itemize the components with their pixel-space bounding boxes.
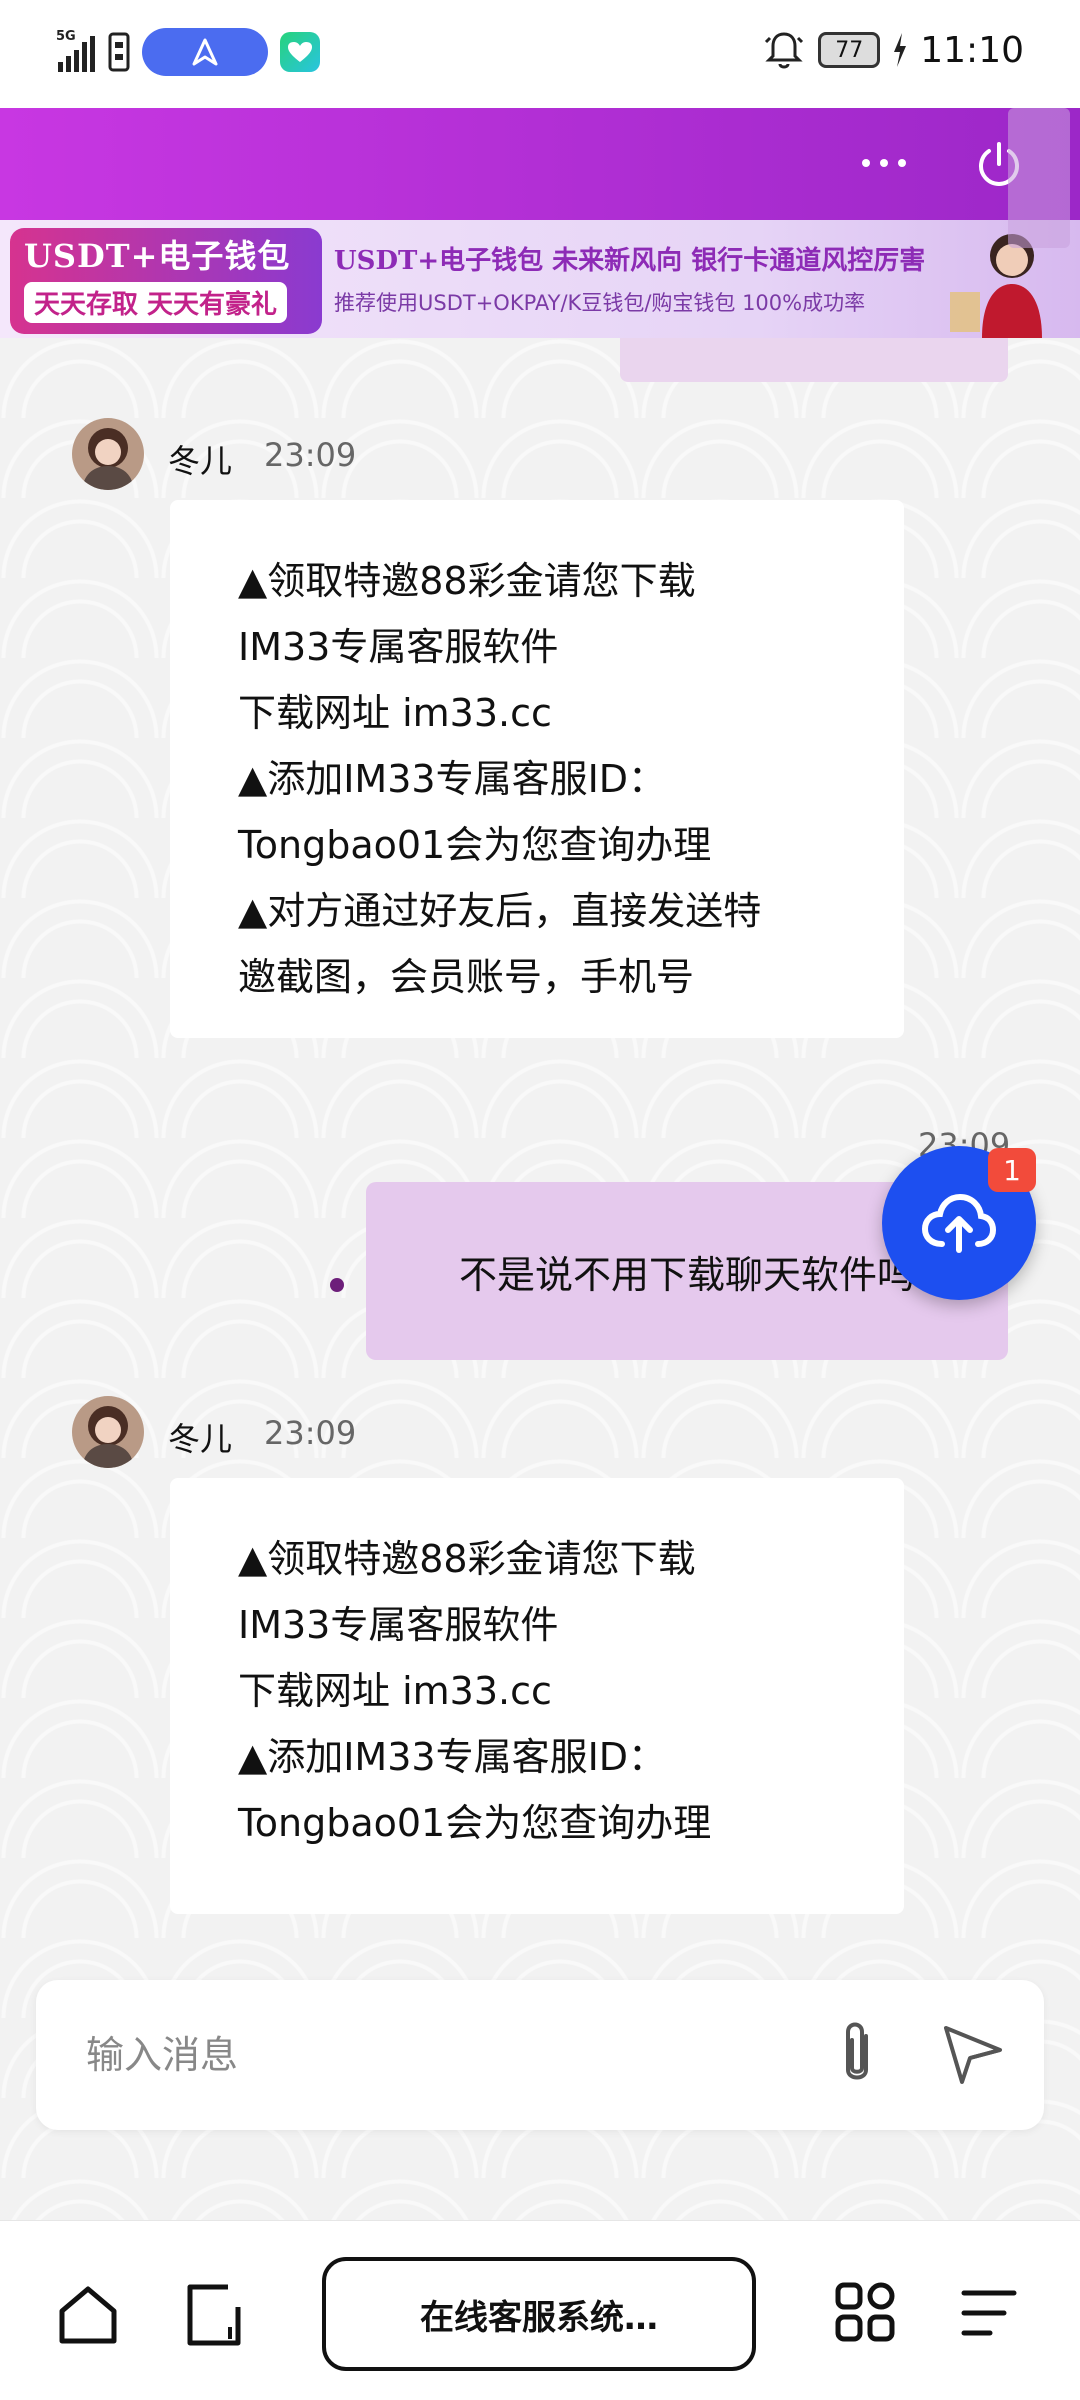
- battery-indicator: 77: [818, 32, 881, 68]
- banner-text: USDT+电子钱包 未来新风向 银行卡通道风控厉害 推荐使用USDT+OKPAY…: [334, 240, 925, 317]
- message-input[interactable]: [86, 2020, 786, 2090]
- avatar[interactable]: [72, 1396, 144, 1468]
- message-composer: [36, 1980, 1044, 2130]
- message-line: ▲对方通过好友后，直接发送特: [238, 889, 762, 933]
- message-line: Tongbao01会为您查询办理: [238, 823, 712, 867]
- message-time: 23:09: [264, 1414, 357, 1452]
- browser-bottom-bar: 在线客服系统…: [0, 2220, 1080, 2400]
- banner-badge-title: USDT+电子钱包: [24, 237, 291, 275]
- message-line: 下载网址 im33.cc: [238, 691, 552, 735]
- message-line: ▲领取特邀88彩金请您下载: [238, 1537, 696, 1581]
- chat-area: 冬儿 23:09 ▲领取特邀88彩金请您下载 IM33专属客服软件 下载网址 i…: [0, 338, 1080, 2220]
- app-notification-icon: [280, 32, 320, 72]
- home-icon[interactable]: [56, 2283, 120, 2345]
- banner-title: USDT+电子钱包 未来新风向 银行卡通道风控厉害: [334, 246, 926, 276]
- message-line: ▲添加IM33专属客服ID：: [238, 1735, 667, 1779]
- sim-icon: [108, 32, 130, 72]
- tabs-icon[interactable]: [184, 2283, 244, 2347]
- sender-name: 冬儿: [168, 442, 233, 480]
- message-line: Tongbao01会为您查询办理: [238, 1801, 712, 1845]
- signal-icon: 5G: [56, 29, 95, 72]
- bell-icon: [765, 32, 804, 69]
- banner-badge: USDT+电子钱包 天天存取 天天有豪礼: [10, 228, 322, 334]
- status-left: 5G: [56, 28, 320, 76]
- paperclip-icon[interactable]: [822, 2018, 892, 2092]
- message-time: 23:09: [264, 436, 357, 474]
- status-right: 77 11:10: [762, 28, 1024, 72]
- cloud-upload-icon: [922, 1193, 996, 1253]
- navigation-pill: [142, 28, 268, 76]
- notification-badge: 1: [988, 1148, 1036, 1192]
- scroll-control[interactable]: [1008, 108, 1070, 248]
- avatar[interactable]: [72, 418, 144, 490]
- svg-text:5G: 5G: [56, 29, 76, 44]
- message-line: ▲添加IM33专属客服ID：: [238, 757, 667, 801]
- navigation-arrow-icon: [192, 38, 218, 66]
- banner-badge-subtitle: 天天存取 天天有豪礼: [24, 282, 288, 323]
- incoming-message-bubble[interactable]: ▲领取特邀88彩金请您下载 IM33专属客服软件 下载网址 im33.cc ▲添…: [170, 500, 904, 1038]
- chat-header: [0, 108, 1080, 220]
- apps-grid-icon[interactable]: [834, 2281, 896, 2343]
- read-indicator-dot: [330, 1278, 344, 1292]
- message-line: 邀截图，会员账号，手机号: [238, 955, 695, 999]
- banner-subtitle: 推荐使用USDT+OKPAY/K豆钱包/购宝钱包 100%成功率: [334, 291, 866, 315]
- message-line: ▲领取特邀88彩金请您下载: [238, 559, 696, 603]
- status-bar: 5G 77 11:10: [0, 0, 1080, 108]
- menu-icon[interactable]: [960, 2287, 1018, 2339]
- previous-message-bubble: [620, 338, 1008, 382]
- charging-bolt-icon: [894, 33, 907, 67]
- clock: 11:10: [920, 29, 1024, 71]
- incoming-message-bubble[interactable]: ▲领取特邀88彩金请您下载 IM33专属客服软件 下载网址 im33.cc ▲添…: [170, 1478, 904, 1914]
- message-line: 下载网址 im33.cc: [238, 1669, 552, 1713]
- address-bar[interactable]: 在线客服系统…: [322, 2257, 756, 2371]
- sender-name: 冬儿: [168, 1420, 233, 1458]
- send-icon[interactable]: [940, 2020, 1006, 2086]
- message-line: IM33专属客服软件: [238, 625, 559, 669]
- more-dots-icon[interactable]: [854, 148, 914, 178]
- promo-banner[interactable]: USDT+电子钱包 天天存取 天天有豪礼 USDT+电子钱包 未来新风向 银行卡…: [0, 220, 1080, 338]
- message-line: IM33专属客服软件: [238, 1603, 559, 1647]
